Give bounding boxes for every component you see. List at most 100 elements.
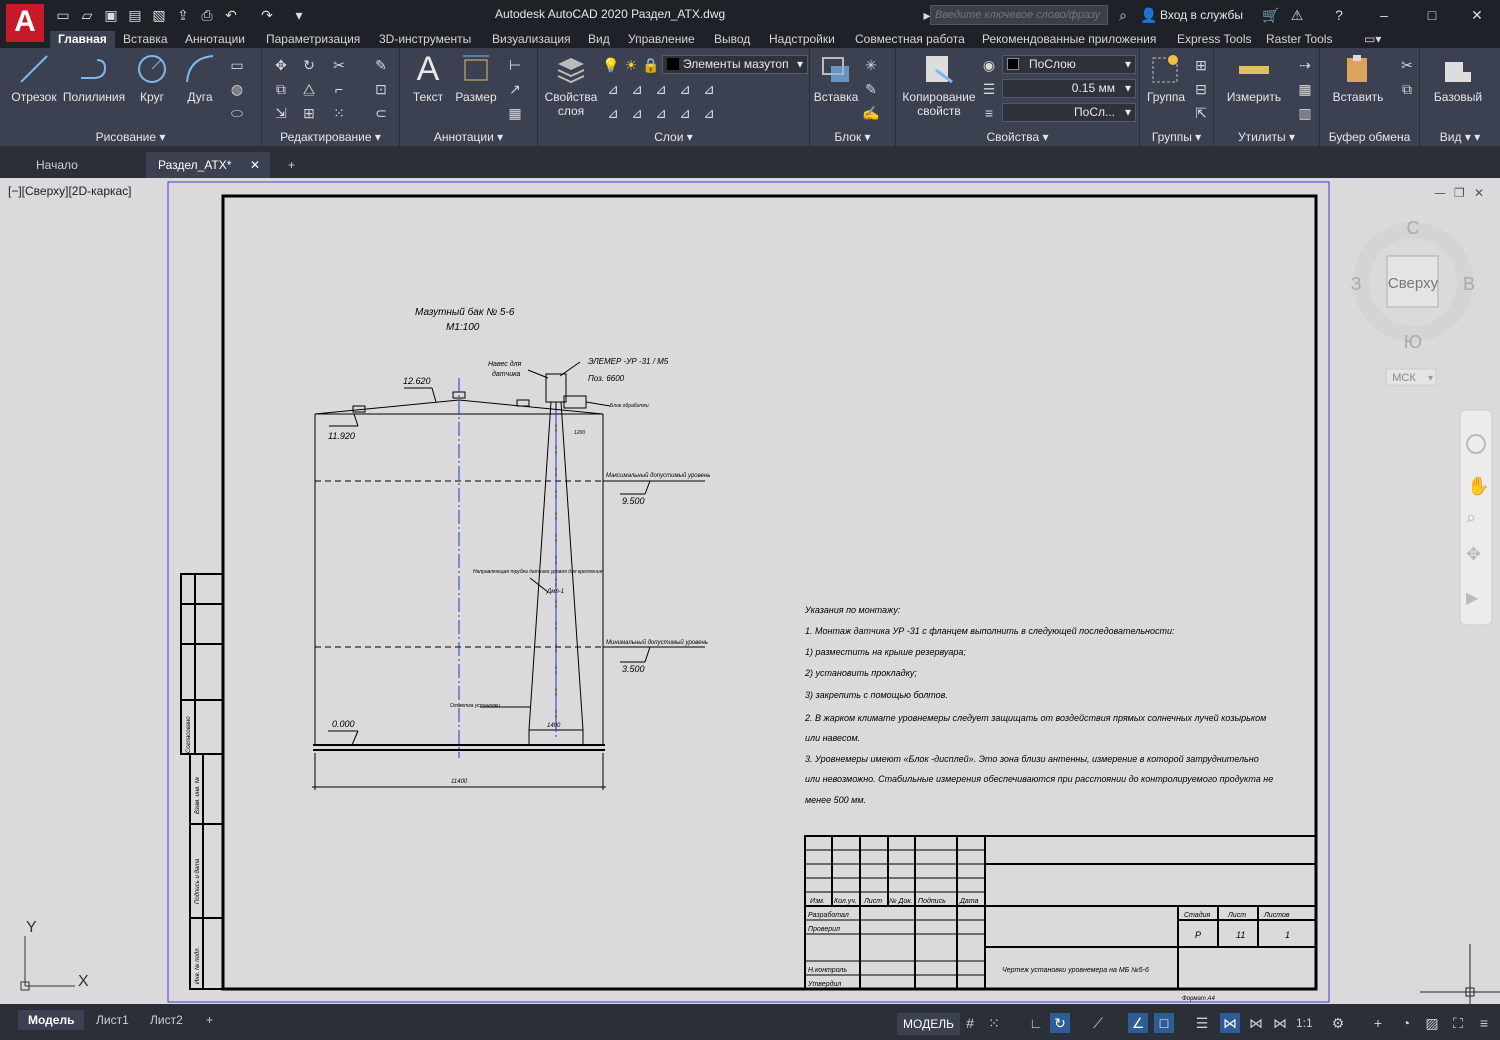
arc-button[interactable]: Дуга (178, 52, 222, 104)
tab-parametric[interactable]: Параметризация (258, 31, 368, 48)
group-button[interactable]: Группа (1142, 52, 1190, 104)
workspace-icon[interactable]: ⋈ (1270, 1013, 1290, 1033)
stretch-icon[interactable]: ⇲ (272, 104, 290, 122)
lineweight-select[interactable]: 0.15 мм ▾ (1002, 79, 1136, 98)
circle-button[interactable]: Круг (130, 52, 174, 104)
snap-icon[interactable]: ⁙ (984, 1013, 1004, 1033)
annotation-visibility-icon[interactable]: ⋈ (1220, 1013, 1240, 1033)
vp-restore-icon[interactable]: ❐ (1454, 186, 1465, 200)
layer-properties-button[interactable]: Свойства слоя (542, 52, 600, 118)
tab-express-tools[interactable]: Express Tools (1169, 31, 1259, 48)
vp-close-icon[interactable]: ✕ (1474, 186, 1484, 200)
calculator-icon[interactable]: ▦ (1296, 80, 1314, 98)
table-icon[interactable]: ▦ (506, 104, 524, 122)
viewcube-face[interactable]: Сверху (1388, 275, 1439, 292)
tab-collaborate[interactable]: Совместная работа (847, 31, 973, 48)
add-icon[interactable]: + (1368, 1013, 1388, 1033)
customize-qat-icon[interactable]: ▾ (290, 6, 308, 24)
print-icon[interactable]: ⎙ (198, 6, 216, 24)
array-icon[interactable]: ⁙ (330, 104, 348, 122)
explode-icon[interactable]: ⊡ (372, 80, 390, 98)
isodraft-icon[interactable]: ⟋ (1088, 1013, 1108, 1033)
rectangle-icon[interactable]: ▭ (228, 56, 246, 74)
layer-select[interactable]: Элементы мазутоп ▾ (662, 55, 808, 74)
tab-3d-tools[interactable]: 3D-инструменты (371, 31, 479, 48)
login-link[interactable]: Вход в службы (1160, 8, 1243, 22)
panel-draw-title[interactable]: Рисование ▾ (0, 130, 261, 144)
group-edit-icon[interactable]: ⊟ (1192, 80, 1210, 98)
quick-select-icon[interactable]: ⇢ (1296, 56, 1314, 74)
new-file-icon[interactable]: ▭ (54, 6, 72, 24)
rotate-icon[interactable]: ↻ (300, 56, 318, 74)
cart-icon[interactable]: 🛒 (1262, 6, 1280, 24)
annotation-scale[interactable]: 1:1 (1296, 1013, 1313, 1033)
grid-icon[interactable]: # (960, 1013, 980, 1033)
leader-icon[interactable]: ↗ (506, 80, 524, 98)
copy-clip-icon[interactable]: ⧉ (1398, 80, 1416, 98)
tab-featured-apps[interactable]: Рекомендованные приложения (974, 31, 1164, 48)
layer-tool-2-icon[interactable]: ⊿ (628, 80, 646, 98)
lineweight-icon[interactable]: ☰ (980, 80, 998, 98)
dimension-button[interactable]: Размер (452, 52, 500, 104)
line-button[interactable]: Отрезок (8, 52, 60, 104)
layer-tool-1-icon[interactable]: ⊿ (604, 80, 622, 98)
panel-modify-title[interactable]: Редактирование ▾ (262, 130, 399, 144)
viewcube-north[interactable]: С (1407, 218, 1420, 238)
model-space-button[interactable]: МОДЕЛЬ (897, 1013, 960, 1035)
close-tab-icon[interactable]: ✕ (250, 152, 260, 178)
panel-properties-title[interactable]: Свойства ▾ (896, 130, 1139, 144)
auto-scale-icon[interactable]: ⋈ (1246, 1013, 1266, 1033)
object-snap-tracking-icon[interactable]: ∠ (1128, 1013, 1148, 1033)
share-icon[interactable]: ⇪ (174, 6, 192, 24)
text-button[interactable]: A Текст (406, 52, 450, 104)
vp-minimize-icon[interactable]: — (1434, 186, 1446, 200)
orbit-icon[interactable]: ✥ (1466, 544, 1481, 565)
isolate-icon[interactable]: ◔ (1396, 1013, 1416, 1033)
tab-output[interactable]: Вывод (706, 31, 758, 48)
layer-tool-9-icon[interactable]: ⊿ (676, 104, 694, 122)
panel-utilities-title[interactable]: Утилиты ▾ (1214, 130, 1319, 144)
group-select-icon[interactable]: ⇱ (1192, 104, 1210, 122)
ungroup-icon[interactable]: ⊞ (1192, 56, 1210, 74)
polar-icon[interactable]: ↻ (1050, 1013, 1070, 1033)
viewcube-east[interactable]: В (1463, 274, 1475, 294)
panel-groups-title[interactable]: Группы ▾ (1140, 130, 1213, 144)
tab-raster-tools[interactable]: Raster Tools (1258, 31, 1340, 48)
trim-icon[interactable]: ✂ (330, 56, 348, 74)
binoculars-icon[interactable]: ⌕ (1114, 6, 1132, 24)
undo-icon[interactable]: ↶ (222, 6, 240, 24)
edit-block-icon[interactable]: ✎ (862, 80, 880, 98)
tab-drawing[interactable]: Раздел_АТХ* ✕ (146, 152, 270, 178)
viewcube-west[interactable]: З (1351, 274, 1362, 294)
close-icon[interactable]: ✕ (1468, 6, 1486, 24)
new-tab-icon[interactable]: + (276, 152, 307, 178)
add-layout-icon[interactable]: + (196, 1010, 223, 1030)
tab-layout2[interactable]: Лист2 (140, 1010, 193, 1030)
base-view-button[interactable]: Базовый (1426, 52, 1490, 104)
minimize-icon[interactable]: – (1375, 6, 1393, 24)
linear-dim-icon[interactable]: ⊢ (506, 56, 524, 74)
cut-icon[interactable]: ✂ (1398, 56, 1416, 74)
ortho-icon[interactable]: ∟ (1026, 1013, 1046, 1033)
ribbon-options-icon[interactable]: ▭▾ (1356, 31, 1389, 48)
showmotion-icon[interactable]: ▶ (1466, 588, 1479, 607)
tab-manage[interactable]: Управление (620, 31, 703, 48)
layer-tool-6-icon[interactable]: ⊿ (604, 104, 622, 122)
hatch-icon[interactable]: ◍ (228, 80, 246, 98)
layer-tool-5-icon[interactable]: ⊿ (700, 80, 718, 98)
lock-icon[interactable]: 🔒 (642, 56, 660, 74)
layer-tool-10-icon[interactable]: ⊿ (700, 104, 718, 122)
tab-model[interactable]: Модель (18, 1010, 85, 1030)
copy-icon[interactable]: ⧉ (272, 80, 290, 98)
insert-block-button[interactable]: Вставка (812, 52, 860, 104)
layer-tool-4-icon[interactable]: ⊿ (676, 80, 694, 98)
panel-annotation-title[interactable]: Аннотации ▾ (400, 130, 537, 144)
panel-block-title[interactable]: Блок ▾ (810, 130, 895, 144)
tab-view[interactable]: Вид (580, 31, 618, 48)
zoom-icon[interactable]: ⌕ (1466, 507, 1476, 528)
tab-insert[interactable]: Вставка (115, 31, 176, 48)
app-logo[interactable]: A (6, 4, 44, 42)
offset-icon[interactable]: ⊂ (372, 104, 390, 122)
panel-view-title[interactable]: Вид ▾ ▾ (1420, 130, 1500, 144)
a360-icon[interactable]: ⚠ (1288, 6, 1306, 24)
